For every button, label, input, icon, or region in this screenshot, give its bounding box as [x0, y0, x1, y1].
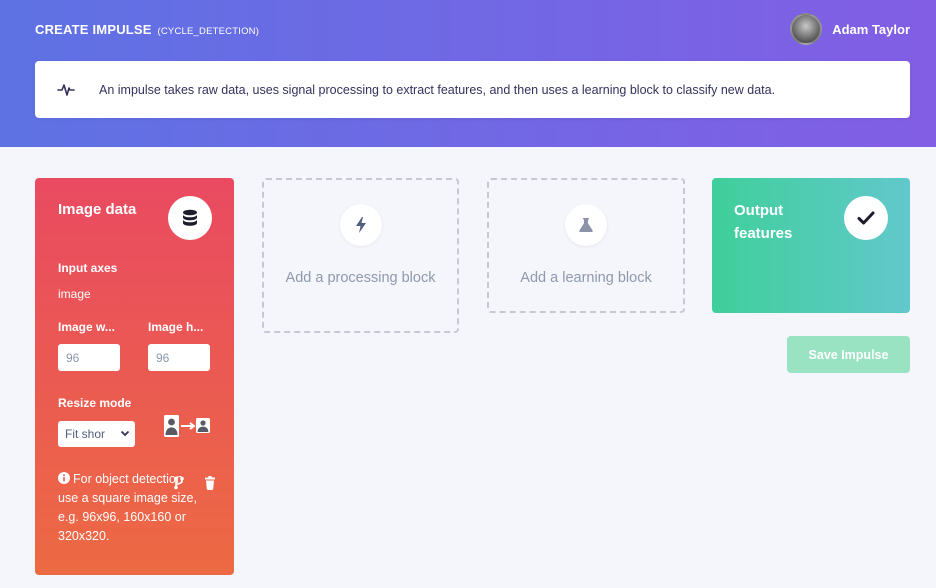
output-features-title: Output features — [734, 202, 793, 242]
avatar[interactable] — [790, 13, 823, 45]
user-name[interactable]: Adam Taylor — [832, 22, 910, 37]
save-impulse-button[interactable]: Save Impulse — [787, 336, 910, 373]
info-icon — [58, 472, 70, 484]
resize-mode-value: Fit shor — [65, 427, 106, 441]
page-header: CREATE IMPULSE (CYCLE_DETECTION) Adam Ta… — [0, 0, 936, 147]
resize-mode-icon — [164, 415, 210, 437]
input-block-title: Image data — [58, 201, 137, 218]
output-check-button[interactable] — [844, 196, 888, 240]
input-block-image-data: Image data Input axes image Image w... I… — [35, 178, 234, 575]
fork-icon[interactable] — [173, 476, 185, 490]
page-title-text: CREATE IMPULSE — [35, 22, 152, 37]
input-axes-label: Input axes — [58, 261, 118, 275]
add-processing-block[interactable]: Add a processing block — [262, 178, 459, 333]
learning-block-icon-circle — [565, 204, 607, 246]
check-icon — [857, 211, 875, 225]
add-processing-block-label: Add a processing block — [285, 270, 436, 286]
add-learning-block[interactable]: Add a learning block — [487, 178, 685, 313]
add-learning-block-label: Add a learning block — [520, 270, 652, 286]
page-title: CREATE IMPULSE (CYCLE_DETECTION) — [35, 22, 259, 37]
image-width-label: Image w... — [58, 320, 115, 334]
image-width-input[interactable] — [58, 344, 120, 371]
database-icon — [183, 209, 197, 226]
chevron-down-icon — [120, 430, 130, 437]
output-features-block: Output features — [712, 178, 910, 313]
user-menu[interactable]: Adam Taylor — [790, 13, 910, 45]
flask-icon — [579, 218, 593, 232]
bolt-icon — [355, 217, 366, 233]
trash-icon[interactable] — [204, 476, 216, 490]
image-height-label: Image h... — [148, 320, 204, 334]
image-height-input[interactable] — [148, 344, 210, 371]
info-banner: An impulse takes raw data, uses signal p… — [35, 61, 910, 118]
project-name: (CYCLE_DETECTION) — [157, 26, 260, 37]
pulse-icon — [57, 83, 75, 96]
database-button[interactable] — [168, 196, 212, 240]
resize-mode-label: Resize mode — [58, 396, 132, 410]
resize-mode-select[interactable]: Fit shor — [58, 421, 135, 447]
input-axes-value: image — [58, 287, 91, 301]
processing-block-icon-circle — [339, 204, 382, 246]
info-text: An impulse takes raw data, uses signal p… — [99, 82, 776, 97]
